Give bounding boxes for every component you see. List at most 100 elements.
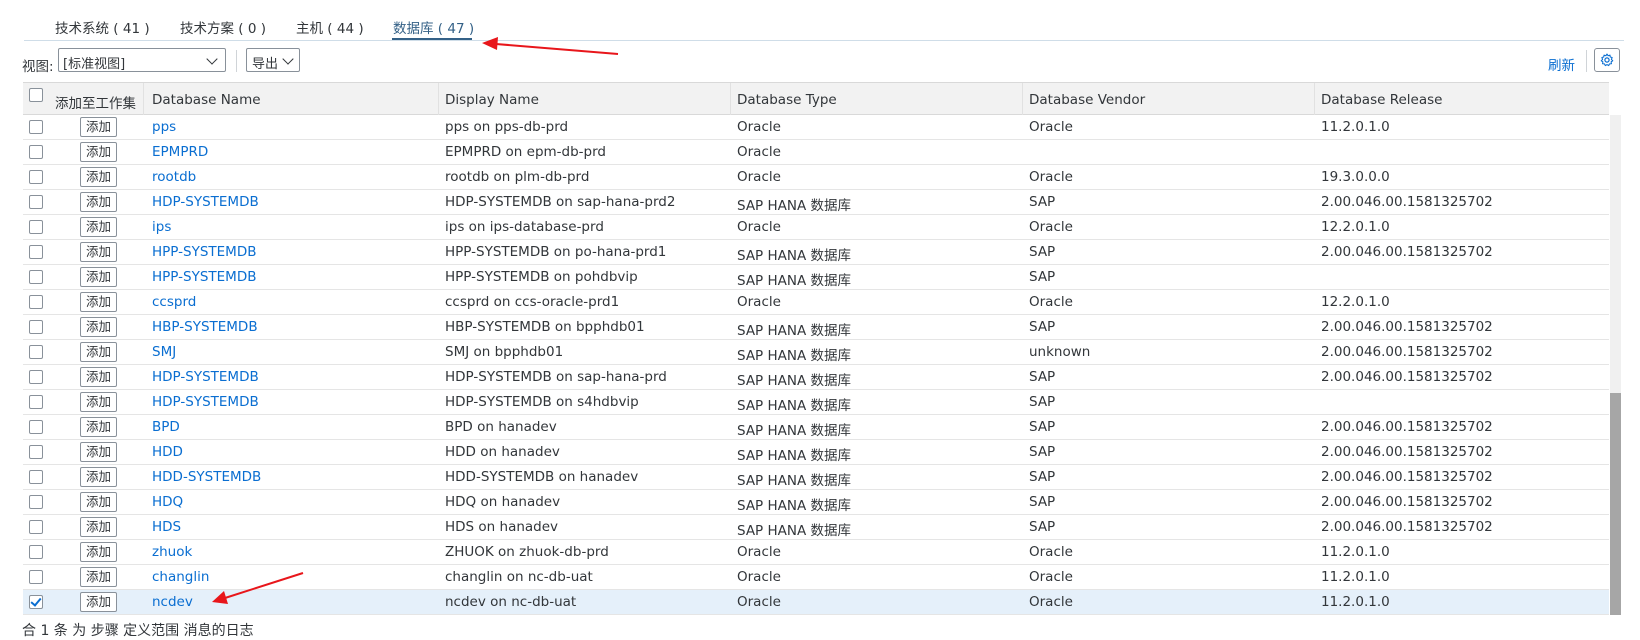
row-checkbox[interactable] <box>29 395 43 409</box>
add-to-workset-button[interactable]: 添加 <box>80 592 117 612</box>
scrollbar-thumb[interactable] <box>1610 393 1621 615</box>
table-row[interactable]: 添加 ncdev ncdev on nc-db-uat Oracle Oracle 11.… <box>23 590 1609 615</box>
add-to-workset-button[interactable]: 添加 <box>80 142 117 162</box>
select-all-checkbox[interactable] <box>29 88 43 102</box>
export-button[interactable]: 导出 <box>246 48 300 72</box>
add-to-workset-button[interactable]: 添加 <box>80 242 117 262</box>
table-row[interactable]: 添加 HDQ HDQ on hanadev SAP HANA 数据库 SAP 2.00.0… <box>23 490 1609 515</box>
row-checkbox[interactable] <box>29 270 43 284</box>
row-checkbox[interactable] <box>29 295 43 309</box>
database-name-cell[interactable]: ips <box>152 219 171 235</box>
database-name-cell[interactable]: rootdb <box>152 169 196 185</box>
view-select[interactable]: [标准视图] <box>58 48 226 72</box>
add-to-workset-button[interactable]: 添加 <box>80 292 117 312</box>
row-checkbox[interactable] <box>29 570 43 584</box>
add-to-workset-button[interactable]: 添加 <box>80 567 117 587</box>
database-vendor-cell: unknown <box>1029 344 1091 360</box>
tab-hosts[interactable]: 主机 ( 44 ) <box>296 17 364 37</box>
database-name-cell[interactable]: EPMPRD <box>152 144 208 160</box>
table-row[interactable]: 添加 EPMPRD EPMPRD on epm-db-prd Oracle <box>23 140 1609 165</box>
row-checkbox[interactable] <box>29 520 43 534</box>
row-checkbox[interactable] <box>29 445 43 459</box>
add-to-workset-button[interactable]: 添加 <box>80 342 117 362</box>
database-release-cell: 2.00.046.00.1581325702 <box>1321 194 1493 210</box>
column-header-database-name[interactable]: Database Name <box>152 92 261 108</box>
add-to-workset-button[interactable]: 添加 <box>80 492 117 512</box>
database-name-cell[interactable]: HBP-SYSTEMDB <box>152 319 258 335</box>
table-row[interactable]: 添加 HDD HDD on hanadev SAP HANA 数据库 SAP 2.00.0… <box>23 440 1609 465</box>
table-row[interactable]: 添加 HBP-SYSTEMDB HBP-SYSTEMDB on bpphdb01 SA… <box>23 315 1609 340</box>
add-to-workset-button[interactable]: 添加 <box>80 417 117 437</box>
tab-technical-systems[interactable]: 技术系统 ( 41 ) <box>55 17 150 37</box>
database-name-cell[interactable]: HPP-SYSTEMDB <box>152 244 256 260</box>
row-checkbox[interactable] <box>29 495 43 509</box>
row-checkbox[interactable] <box>29 145 43 159</box>
row-checkbox[interactable] <box>29 170 43 184</box>
database-name-cell[interactable]: SMJ <box>152 344 176 360</box>
table-row[interactable]: 添加 ips ips on ips-database-prd Oracle Oracle… <box>23 215 1609 240</box>
table-row[interactable]: 添加 SMJ SMJ on bpphdb01 SAP HANA 数据库 unknown 2… <box>23 340 1609 365</box>
add-to-workset-button[interactable]: 添加 <box>80 392 117 412</box>
column-header-database-release[interactable]: Database Release <box>1321 92 1442 108</box>
database-name-cell[interactable]: ncdev <box>152 594 193 610</box>
table-row[interactable]: 添加 BPD BPD on hanadev SAP HANA 数据库 SAP 2.00.0… <box>23 415 1609 440</box>
table-row[interactable]: 添加 HDP-SYSTEMDB HDP-SYSTEMDB on sap-hana-p… <box>23 190 1609 215</box>
add-to-workset-button[interactable]: 添加 <box>80 367 117 387</box>
table-row[interactable]: 添加 HPP-SYSTEMDB HPP-SYSTEMDB on po-hana-pr… <box>23 240 1609 265</box>
add-to-workset-button[interactable]: 添加 <box>80 217 117 237</box>
add-to-workset-button[interactable]: 添加 <box>80 467 117 487</box>
add-to-workset-button[interactable]: 添加 <box>80 317 117 337</box>
table-row[interactable]: 添加 HDD-SYSTEMDB HDD-SYSTEMDB on hanadev SAP… <box>23 465 1609 490</box>
add-to-workset-button[interactable]: 添加 <box>80 117 117 137</box>
table-row[interactable]: 添加 zhuok ZHUOK on zhuok-db-prd Oracle Oracle… <box>23 540 1609 565</box>
database-name-cell[interactable]: HDD-SYSTEMDB <box>152 469 261 485</box>
tab-technical-scenarios[interactable]: 技术方案 ( 0 ) <box>180 17 266 37</box>
column-header-display-name[interactable]: Display Name <box>445 92 539 108</box>
row-checkbox[interactable] <box>29 320 43 334</box>
database-name-cell[interactable]: changlin <box>152 569 209 585</box>
table-scrollbar[interactable] <box>1610 115 1621 615</box>
add-to-workset-button[interactable]: 添加 <box>80 442 117 462</box>
row-checkbox[interactable] <box>29 245 43 259</box>
database-type-cell: Oracle <box>737 569 781 585</box>
add-to-workset-button[interactable]: 添加 <box>80 542 117 562</box>
database-name-cell[interactable]: BPD <box>152 419 180 435</box>
row-checkbox[interactable] <box>29 195 43 209</box>
table-row[interactable]: 添加 HDP-SYSTEMDB HDP-SYSTEMDB on sap-hana-p… <box>23 365 1609 390</box>
add-to-workset-button[interactable]: 添加 <box>80 167 117 187</box>
add-to-workset-button[interactable]: 添加 <box>80 517 117 537</box>
settings-button[interactable] <box>1594 48 1620 72</box>
table-row[interactable]: 添加 pps pps on pps-db-prd Oracle Oracle 11.2.0… <box>23 115 1609 140</box>
tab-databases[interactable]: 数据库 ( 47 ) <box>393 17 474 37</box>
refresh-link[interactable]: 刷新 <box>1548 54 1575 74</box>
add-to-workset-button[interactable]: 添加 <box>80 192 117 212</box>
table-row[interactable]: 添加 changlin changlin on nc-db-uat Oracle Ora… <box>23 565 1609 590</box>
row-checkbox[interactable] <box>29 120 43 134</box>
database-name-cell[interactable]: zhuok <box>152 544 192 560</box>
database-name-cell[interactable]: HDD <box>152 444 183 460</box>
database-name-cell[interactable]: HDP-SYSTEMDB <box>152 194 259 210</box>
table-row[interactable]: 添加 rootdb rootdb on plm-db-prd Oracle Oracle… <box>23 165 1609 190</box>
row-checkbox[interactable] <box>29 220 43 234</box>
database-name-cell[interactable]: HDQ <box>152 494 183 510</box>
row-checkbox[interactable] <box>29 545 43 559</box>
database-name-cell[interactable]: HDP-SYSTEMDB <box>152 394 259 410</box>
row-checkbox[interactable] <box>29 470 43 484</box>
table-row[interactable]: 添加 HPP-SYSTEMDB HPP-SYSTEMDB on pohdbvip SA… <box>23 265 1609 290</box>
row-checkbox[interactable] <box>29 420 43 434</box>
table-row[interactable]: 添加 HDP-SYSTEMDB HDP-SYSTEMDB on s4hdbvip SA… <box>23 390 1609 415</box>
column-header-database-type[interactable]: Database Type <box>737 92 837 108</box>
row-checkbox[interactable] <box>29 370 43 384</box>
database-name-cell[interactable]: HDS <box>152 519 181 535</box>
database-name-cell[interactable]: HDP-SYSTEMDB <box>152 369 259 385</box>
display-name-cell: HDS on hanadev <box>445 519 559 535</box>
database-name-cell[interactable]: pps <box>152 119 176 135</box>
column-header-database-vendor[interactable]: Database Vendor <box>1029 92 1145 108</box>
table-row[interactable]: 添加 ccsprd ccsprd on ccs-oracle-prd1 Oracle O… <box>23 290 1609 315</box>
database-name-cell[interactable]: HPP-SYSTEMDB <box>152 269 256 285</box>
table-row[interactable]: 添加 HDS HDS on hanadev SAP HANA 数据库 SAP 2.00.0… <box>23 515 1609 540</box>
row-checkbox[interactable] <box>29 345 43 359</box>
add-to-workset-button[interactable]: 添加 <box>80 267 117 287</box>
database-name-cell[interactable]: ccsprd <box>152 294 196 310</box>
row-checkbox[interactable] <box>29 595 43 609</box>
